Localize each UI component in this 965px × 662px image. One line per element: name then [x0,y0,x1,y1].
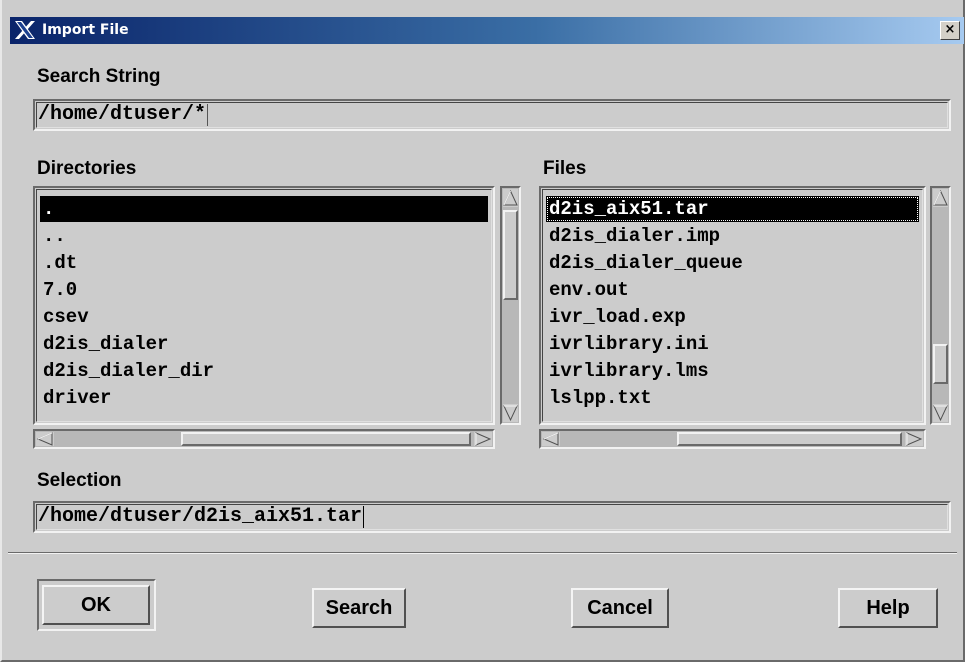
directories-label: Directories [37,158,137,179]
x-logo-icon [15,21,35,39]
search-string-label: Search String [37,66,161,87]
files-vscroll-thumb[interactable] [933,344,948,384]
close-icon: × [944,22,956,37]
list-item[interactable]: ivr_load.exp [546,304,919,330]
text-cursor [363,506,365,528]
files-hscroll-thumb[interactable] [677,432,902,446]
text-cursor [207,104,209,126]
selection-label: Selection [37,470,122,491]
arrow-right-icon[interactable] [905,432,923,446]
arrow-left-icon[interactable] [542,432,560,446]
selection-input[interactable]: /home/dtuser/d2is_aix51.tar [33,501,951,533]
files-vertical-scrollbar[interactable] [930,186,951,425]
list-item[interactable]: .. [40,223,488,249]
directories-list[interactable]: . .. .dt 7.0 csev d2is_dialer d2is_diale… [33,186,495,425]
help-button[interactable]: Help [838,588,938,628]
close-button[interactable]: × [940,21,960,40]
list-item[interactable]: d2is_dialer [40,331,488,357]
import-file-dialog: Import File × Search String /home/dtuser… [0,0,965,662]
search-string-value: /home/dtuser/* [38,103,207,126]
search-button[interactable]: Search [312,588,406,628]
files-list[interactable]: d2is_aix51.tar d2is_dialer.imp d2is_dial… [539,186,926,425]
arrow-right-icon[interactable] [474,432,492,446]
list-item[interactable]: csev [40,304,488,330]
files-horizontal-scrollbar[interactable] [539,429,926,449]
title-bar[interactable]: Import File × [10,17,964,44]
arrow-up-icon[interactable] [503,189,518,207]
list-item[interactable]: ivrlibrary.lms [546,358,919,384]
directories-vscroll-thumb[interactable] [503,210,518,300]
arrow-down-icon[interactable] [503,404,518,422]
search-string-input[interactable]: /home/dtuser/* [33,99,951,131]
list-item[interactable]: lslpp.txt [546,385,919,411]
list-item[interactable]: d2is_aix51.tar [546,196,919,222]
arrow-down-icon[interactable] [933,404,948,422]
window-title: Import File [42,22,129,38]
files-label: Files [543,158,587,179]
arrow-up-icon[interactable] [933,189,948,207]
list-item[interactable]: d2is_dialer_dir [40,358,488,384]
list-item[interactable]: driver [40,385,488,411]
list-item[interactable]: . [40,196,488,222]
list-item[interactable]: 7.0 [40,277,488,303]
list-item[interactable]: d2is_dialer_queue [546,250,919,276]
cancel-button[interactable]: Cancel [571,588,669,628]
separator [8,552,957,554]
list-item[interactable]: ivrlibrary.ini [546,331,919,357]
list-item[interactable]: d2is_dialer.imp [546,223,919,249]
directories-horizontal-scrollbar[interactable] [33,429,495,449]
list-item[interactable]: env.out [546,277,919,303]
list-item[interactable]: .dt [40,250,488,276]
selection-value: /home/dtuser/d2is_aix51.tar [38,505,363,528]
arrow-left-icon[interactable] [36,432,54,446]
directories-vertical-scrollbar[interactable] [500,186,521,425]
directories-hscroll-thumb[interactable] [181,432,471,446]
ok-button[interactable]: OK [42,585,150,625]
